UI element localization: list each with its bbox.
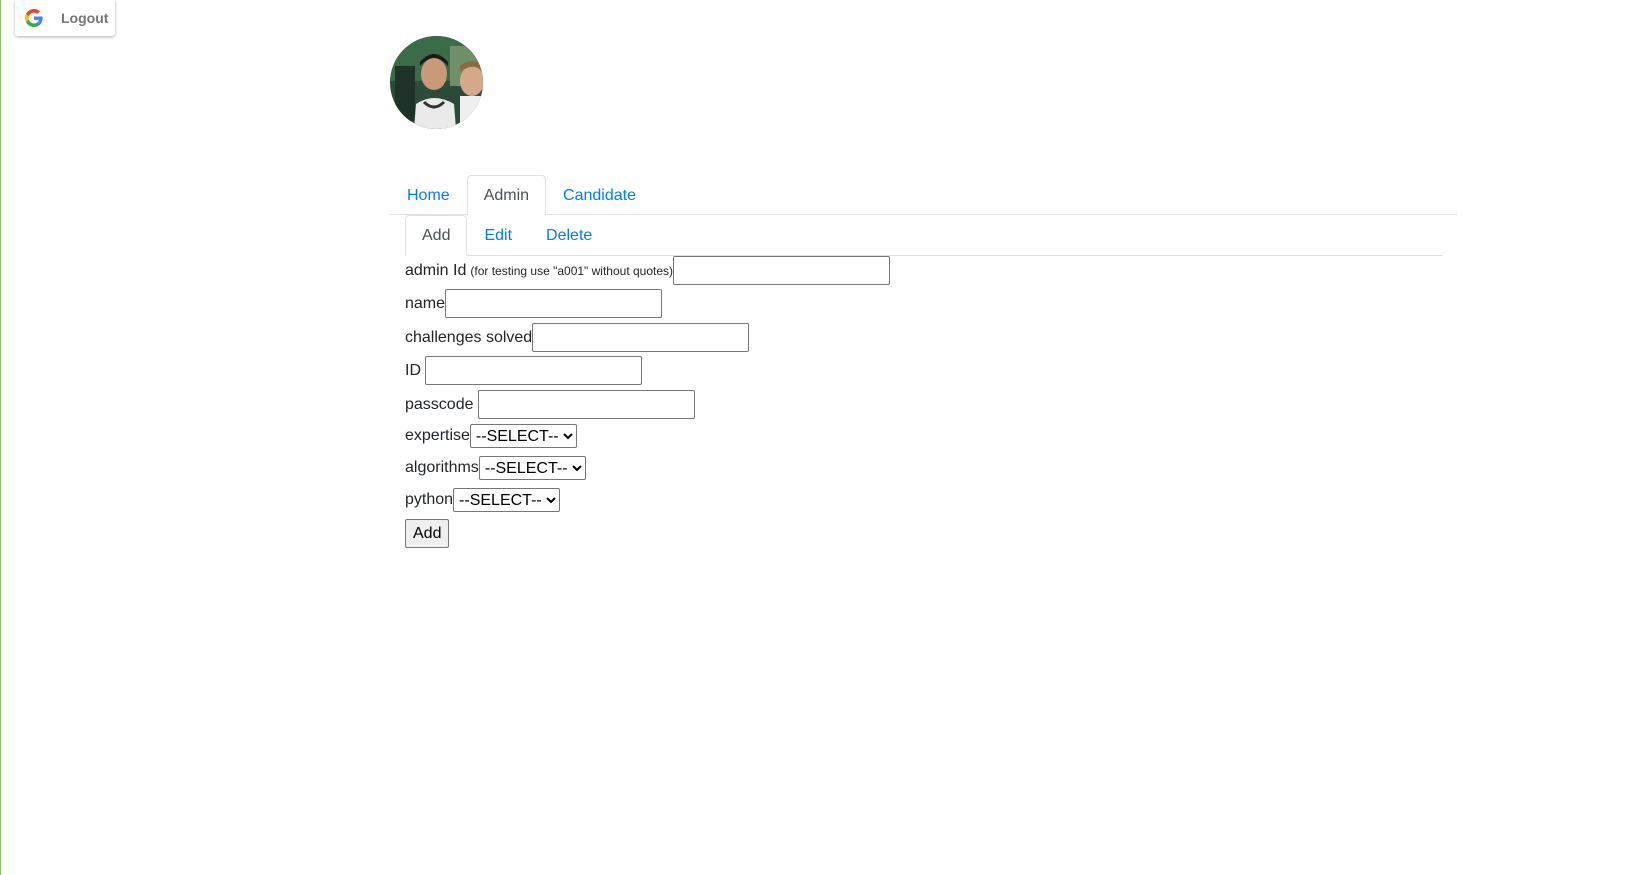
algorithms-select[interactable]: --SELECT-- [478, 456, 586, 480]
passcode-input[interactable] [477, 390, 695, 419]
challenges-row: challenges solved [405, 323, 750, 352]
algorithms-label: algorithms [405, 459, 479, 476]
passcode-row: passcode [405, 390, 695, 419]
avatar [390, 36, 483, 129]
tab-admin[interactable]: Admin [466, 175, 547, 216]
algorithms-row: algorithms --SELECT-- [405, 456, 586, 480]
admin-id-input[interactable] [673, 256, 891, 285]
tab-candidate[interactable]: Candidate [546, 175, 653, 215]
logout-label: Logout [61, 10, 109, 26]
python-label: python [405, 491, 454, 508]
admin-id-row: admin Id (for testing use "a001" without… [405, 256, 891, 285]
admin-id-label: admin Id [405, 261, 467, 279]
subtab-delete[interactable]: Delete [529, 215, 609, 255]
passcode-label: passcode [405, 395, 474, 413]
name-row: name [405, 289, 663, 318]
challenges-label: challenges solved [405, 328, 533, 346]
expertise-select[interactable]: --SELECT-- [469, 424, 577, 448]
page: Logout Home Admin Candidate Add Edit Del… [0, 0, 1631, 875]
tab-home[interactable]: Home [390, 175, 467, 215]
id-row: ID [405, 356, 642, 385]
google-icon [15, 0, 53, 36]
name-label: name [405, 294, 446, 312]
id-input[interactable] [425, 356, 642, 385]
challenges-input[interactable] [532, 323, 750, 352]
main-tabs: Home Admin Candidate [390, 175, 1457, 216]
expertise-label: expertise [405, 427, 470, 444]
expertise-row: expertise --SELECT-- [405, 424, 577, 448]
add-button[interactable]: Add [405, 519, 450, 548]
id-label: ID [405, 361, 421, 379]
name-input[interactable] [445, 289, 663, 318]
google-logout-button[interactable]: Logout [15, 0, 115, 36]
python-row: python --SELECT-- [405, 488, 561, 512]
subtab-edit[interactable]: Edit [467, 215, 529, 255]
admin-id-hint: (for testing use "a001" without quotes) [470, 263, 674, 278]
python-select[interactable]: --SELECT-- [453, 488, 561, 512]
subtab-add[interactable]: Add [405, 215, 468, 256]
admin-subtabs: Add Edit Delete [405, 215, 1443, 256]
